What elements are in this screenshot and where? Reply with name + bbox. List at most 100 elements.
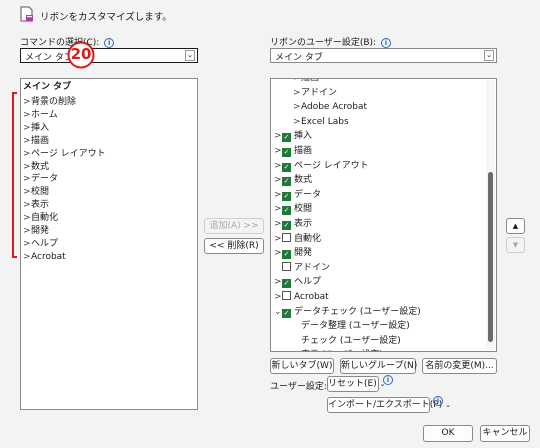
tree-item[interactable]: > Acrobat xyxy=(274,291,329,304)
tree-item[interactable]: ⌄ ✓ データチェック (ユーザー設定) xyxy=(274,306,421,319)
info-icon[interactable]: i xyxy=(433,396,443,406)
checkbox[interactable]: ✓ xyxy=(282,191,291,201)
chevron-right-icon[interactable]: > xyxy=(293,79,301,85)
scrollbar-thumb[interactable] xyxy=(488,172,493,342)
list-item[interactable]: >データ xyxy=(23,173,58,186)
move-up-button[interactable]: ▲ xyxy=(506,218,525,234)
chevron-right-icon[interactable]: > xyxy=(23,96,31,109)
add-button[interactable]: 追加(A) >> xyxy=(204,218,264,234)
chevron-right-icon[interactable]: > xyxy=(274,160,282,173)
tree-item[interactable]: >描画 xyxy=(293,79,319,85)
checkbox[interactable]: ✓ xyxy=(282,162,291,172)
tree-item[interactable]: > 自動化 xyxy=(274,232,321,246)
new-tab-button[interactable]: 新しいタブ(W) xyxy=(270,358,334,374)
list-item[interactable]: >Acrobat xyxy=(23,251,66,264)
tree-scrollbar[interactable] xyxy=(486,80,495,350)
tree-item[interactable]: アドイン xyxy=(274,261,330,275)
info-icon[interactable]: i xyxy=(383,375,393,385)
tree-item[interactable]: > ✓ ヘルプ xyxy=(274,276,321,289)
chevron-right-icon[interactable]: > xyxy=(293,101,301,114)
chevron-right-icon[interactable]: > xyxy=(23,109,31,122)
checkbox[interactable]: ✓ xyxy=(282,221,291,230)
checkbox[interactable]: ✓ xyxy=(282,250,291,260)
chevron-right-icon[interactable]: > xyxy=(23,212,31,225)
chevron-right-icon[interactable]: > xyxy=(23,161,31,174)
checkbox[interactable] xyxy=(282,232,291,242)
chevron-right-icon[interactable]: > xyxy=(274,218,282,231)
rename-button[interactable]: 名前の変更(M)... xyxy=(422,358,497,374)
chevron-right-icon[interactable]: > xyxy=(274,130,282,143)
chevron-right-icon[interactable]: > xyxy=(23,199,31,212)
tree-item[interactable]: > ✓ 開発 xyxy=(274,247,312,260)
tree-item[interactable]: > ✓ ページ レイアウト xyxy=(274,160,369,173)
chevron-right-icon[interactable]: > xyxy=(274,145,282,158)
tree-item[interactable]: > ✓ 表示 xyxy=(274,218,312,231)
chevron-right-icon[interactable]: > xyxy=(274,291,282,304)
chevron-right-icon[interactable]: > xyxy=(23,122,31,135)
chevron-right-icon[interactable]: > xyxy=(23,186,31,199)
chevron-right-icon[interactable]: > xyxy=(274,203,282,216)
list-item[interactable]: >背景の削除 xyxy=(23,96,76,109)
chevron-right-icon[interactable]: > xyxy=(274,247,282,260)
checkbox[interactable] xyxy=(282,261,291,271)
chevron-down-icon[interactable]: ⌄ xyxy=(274,306,282,319)
chevron-right-icon[interactable]: > xyxy=(23,225,31,238)
chevron-right-icon[interactable]: > xyxy=(23,148,31,161)
list-item[interactable]: >開発 xyxy=(23,225,49,238)
tree-item[interactable]: > ✓ 挿入 xyxy=(274,130,312,143)
chevron-right-icon[interactable]: > xyxy=(274,276,282,289)
chevron-down-icon[interactable]: ⌄ xyxy=(185,50,195,61)
checkbox[interactable]: ✓ xyxy=(282,177,291,187)
list-item[interactable]: >挿入 xyxy=(23,122,49,135)
tree-item[interactable]: > ✓ データ xyxy=(274,189,321,202)
checkbox[interactable]: ✓ xyxy=(282,308,291,318)
list-item[interactable]: >校閲 xyxy=(23,186,49,199)
chevron-right-icon[interactable]: > xyxy=(274,233,282,246)
tree-item[interactable]: >アドイン xyxy=(293,87,337,100)
tree-item[interactable]: > ✓ 校閲 xyxy=(274,203,312,216)
chevron-right-icon[interactable]: > xyxy=(293,116,301,129)
checkbox[interactable]: ✓ xyxy=(282,206,291,216)
reset-button[interactable]: リセット(E) ⌄ xyxy=(327,376,385,392)
cancel-button[interactable]: キャンセル xyxy=(480,425,530,442)
tree-item[interactable]: データ整理 (ユーザー設定) xyxy=(301,320,410,333)
chevron-right-icon[interactable]: > xyxy=(23,251,31,264)
checkbox[interactable]: ✓ xyxy=(282,148,291,157)
list-item[interactable]: >表示 xyxy=(23,199,49,212)
tree-item[interactable]: チェック (ユーザー設定) xyxy=(301,335,401,348)
import-export-button[interactable]: インポート/エクスポート(P) ⌄ xyxy=(327,397,451,413)
chevron-right-icon[interactable]: > xyxy=(274,189,282,202)
remove-button[interactable]: << 削除(R) xyxy=(204,238,264,254)
new-group-button[interactable]: 新しいグループ(N) xyxy=(340,358,417,374)
chevron-right-icon[interactable]: > xyxy=(23,173,31,186)
list-item[interactable]: >自動化 xyxy=(23,212,58,225)
checkbox[interactable]: ✓ xyxy=(282,133,291,143)
list-item[interactable]: >ヘルプ xyxy=(23,238,58,251)
tree-item-label: アドイン xyxy=(301,87,338,98)
choose-commands-dropdown[interactable]: メイン タブ ⌄ xyxy=(20,48,198,63)
chevron-right-icon[interactable]: > xyxy=(274,174,282,187)
move-down-button[interactable]: ▼ xyxy=(506,237,525,253)
list-item[interactable]: >描画 xyxy=(23,135,49,148)
chevron-right-icon[interactable]: > xyxy=(23,238,31,251)
chevron-down-icon[interactable]: ⌄ xyxy=(484,50,494,61)
ribbon-tabs-tree[interactable]: >描画 >アドイン >Adobe Acrobat >Excel Labs > ✓ 挿入 > ✓ 描… xyxy=(270,78,497,352)
checkbox[interactable]: ✓ xyxy=(282,279,291,289)
tree-item[interactable]: >Excel Labs xyxy=(293,116,349,129)
tree-item[interactable]: > ✓ 描画 xyxy=(274,145,312,158)
list-item-label: Acrobat xyxy=(31,251,66,262)
ok-button[interactable]: OK xyxy=(423,425,473,442)
customize-ribbon-dropdown[interactable]: メイン タブ ⌄ xyxy=(270,48,497,63)
chevron-right-icon[interactable]: > xyxy=(293,87,301,100)
tree-item[interactable]: >Adobe Acrobat xyxy=(293,101,367,114)
checkbox[interactable] xyxy=(282,291,291,300)
info-icon[interactable]: i xyxy=(380,38,391,48)
list-item[interactable]: >ページ レイアウト xyxy=(23,148,106,161)
tree-item[interactable]: 表示 (ユーザー設定) xyxy=(301,349,383,351)
tree-item[interactable]: > ✓ 数式 xyxy=(274,174,312,187)
list-item[interactable]: >ホーム xyxy=(23,109,58,122)
list-item[interactable]: >数式 xyxy=(23,161,49,174)
chevron-right-icon[interactable]: > xyxy=(23,135,31,148)
info-icon[interactable]: i xyxy=(104,38,115,48)
commands-list[interactable]: メイン タブ >背景の削除 >ホーム >挿入 >描画 >ページ レイアウト >数式 >データ… xyxy=(20,78,198,410)
